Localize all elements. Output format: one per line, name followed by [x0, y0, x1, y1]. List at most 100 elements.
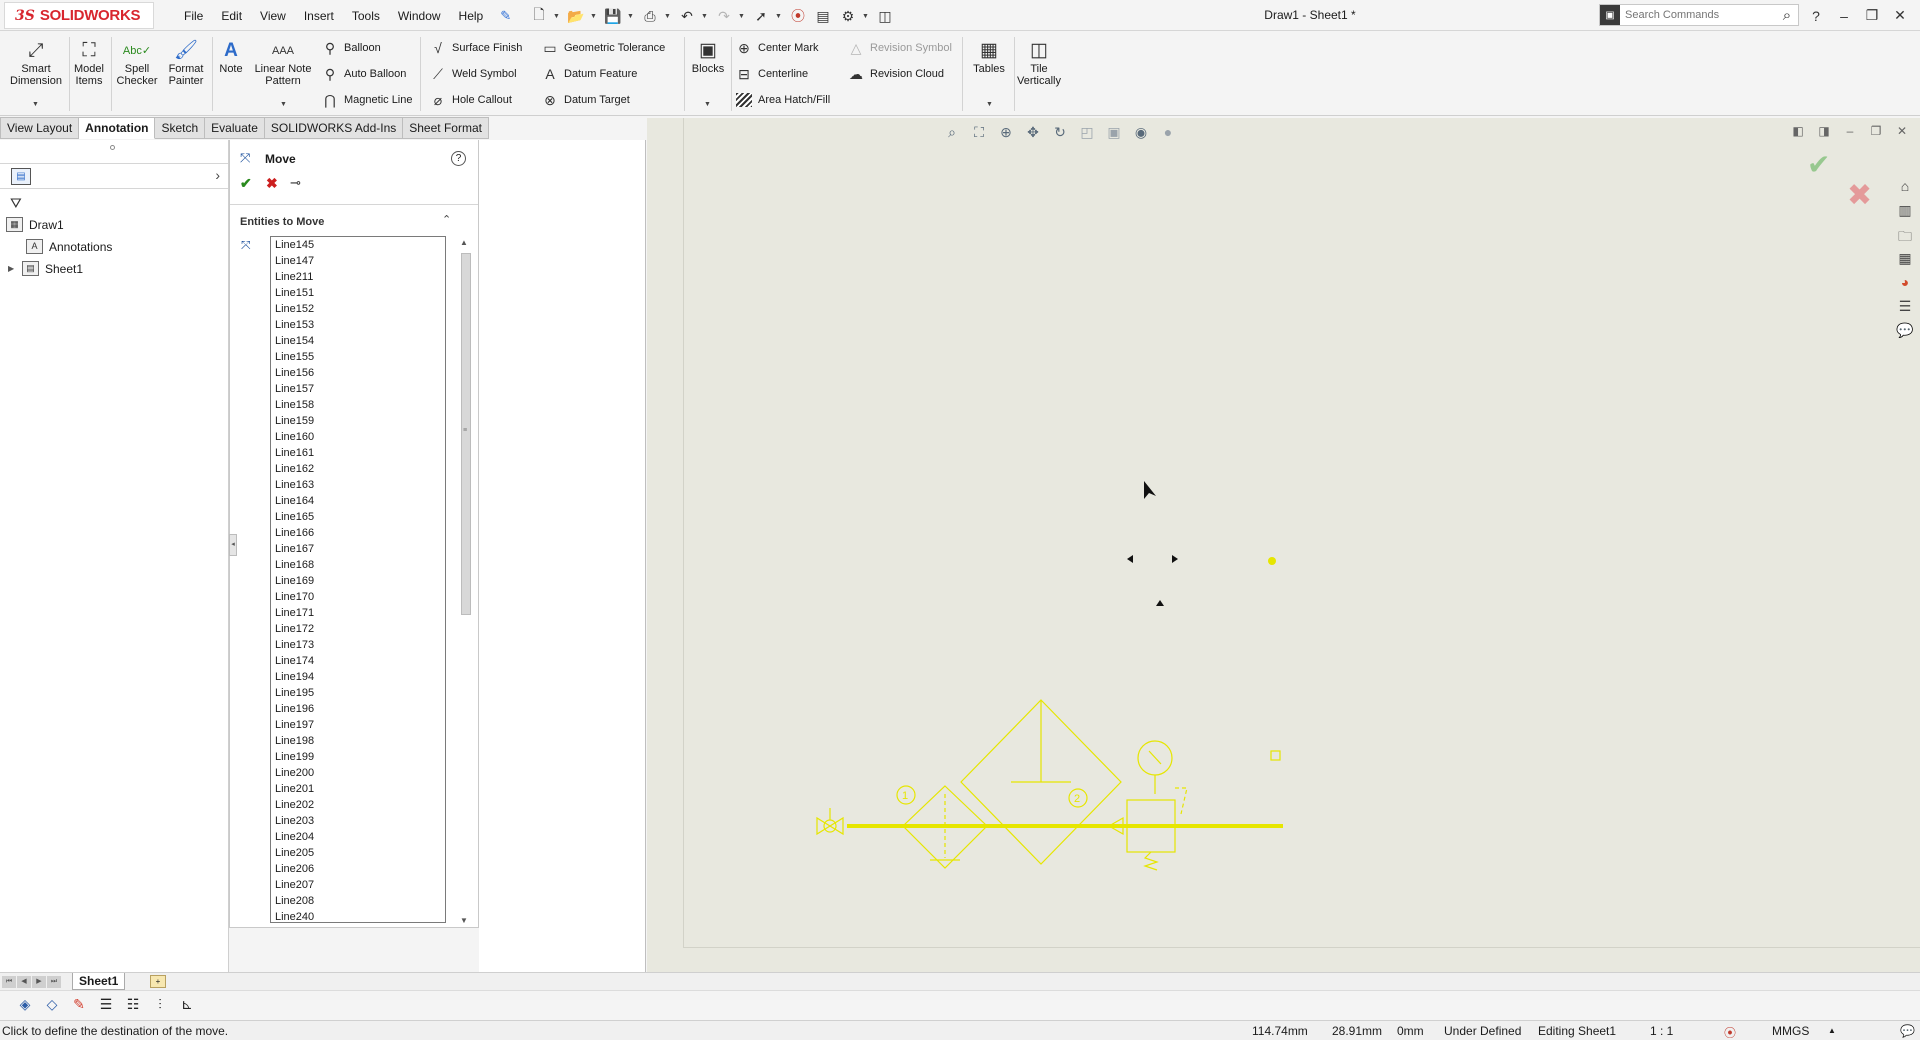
- menu-view[interactable]: View: [251, 9, 295, 23]
- print-dropdown-icon[interactable]: ▼: [664, 13, 673, 20]
- revision-symbol-button[interactable]: △ Revision Symbol: [848, 37, 952, 59]
- add-sheet-icon[interactable]: +: [150, 975, 166, 988]
- undo-dropdown-icon[interactable]: ▼: [701, 13, 710, 20]
- expand-arrow-icon[interactable]: ▶: [8, 264, 16, 273]
- entity-list-item[interactable]: Line163: [271, 477, 445, 493]
- tab-sheet-format[interactable]: Sheet Format: [403, 117, 489, 139]
- entity-list-item[interactable]: Line157: [271, 381, 445, 397]
- layer-properties-icon[interactable]: ◈: [15, 996, 35, 1016]
- next-sheet-icon[interactable]: ▶: [32, 976, 46, 988]
- entity-list-item[interactable]: Line205: [271, 845, 445, 861]
- entity-list-item[interactable]: Line200: [271, 765, 445, 781]
- linear-note-pattern-button[interactable]: AAA Linear Note Pattern: [250, 39, 316, 87]
- new-dropdown-icon[interactable]: ▼: [553, 13, 562, 20]
- blocks-dropdown-icon[interactable]: ▼: [704, 101, 711, 108]
- rebuild-traffic-light-icon[interactable]: ⦿: [787, 5, 809, 27]
- help-icon[interactable]: ?: [451, 151, 466, 166]
- tables-button[interactable]: ▦ Tables: [966, 39, 1012, 75]
- entity-list-item[interactable]: Line170: [271, 589, 445, 605]
- entity-list-item[interactable]: Line172: [271, 621, 445, 637]
- centerline-button[interactable]: ⊟ Centerline: [736, 63, 808, 85]
- auto-balloon-button[interactable]: ⚲ Auto Balloon: [322, 63, 407, 85]
- area-hatch-fill-button[interactable]: Area Hatch/Fill: [736, 89, 830, 111]
- entity-list-item[interactable]: Line196: [271, 701, 445, 717]
- entity-list-item[interactable]: Line158: [271, 397, 445, 413]
- hole-callout-button[interactable]: ⌀ Hole Callout: [430, 89, 512, 111]
- smart-dimension-button[interactable]: ⤢ Smart Dimension: [6, 39, 66, 87]
- panel-collapse-handle[interactable]: ◂: [229, 534, 237, 556]
- tab-view-layout[interactable]: View Layout: [0, 117, 80, 139]
- redo-icon[interactable]: ↷: [713, 5, 735, 27]
- undo-icon[interactable]: ↶: [676, 5, 698, 27]
- scroll-thumb[interactable]: ≡: [461, 253, 471, 615]
- entity-list-item[interactable]: Line152: [271, 301, 445, 317]
- pin-menu-icon[interactable]: ✎: [492, 8, 519, 24]
- surface-finish-button[interactable]: √ Surface Finish: [430, 37, 522, 59]
- collapse-section-icon[interactable]: ⌃: [442, 213, 451, 226]
- layer-dropdown-icon[interactable]: ◇: [42, 996, 62, 1016]
- balloon-button[interactable]: ⚲ Balloon: [322, 37, 381, 59]
- menu-help[interactable]: Help: [450, 9, 493, 23]
- center-mark-button[interactable]: ⊕ Center Mark: [736, 37, 818, 59]
- tree-item-draw1[interactable]: ▦ Draw1: [6, 217, 64, 232]
- entity-list-item[interactable]: Line162: [271, 461, 445, 477]
- color-display-mode-icon[interactable]: ⊾: [177, 996, 197, 1016]
- sheet-scale[interactable]: 1 : 1: [1650, 1024, 1673, 1038]
- line-style-icon[interactable]: ☷: [123, 996, 143, 1016]
- note-button[interactable]: A Note: [214, 39, 248, 75]
- entity-list-item[interactable]: Line145: [271, 237, 445, 253]
- hide-show-edges-icon[interactable]: ⫶: [150, 996, 170, 1016]
- blocks-button[interactable]: ▣ Blocks: [688, 39, 728, 75]
- entity-list-item[interactable]: Line165: [271, 509, 445, 525]
- pushpin-icon[interactable]: ⊸: [290, 175, 301, 191]
- entity-list-item[interactable]: Line173: [271, 637, 445, 653]
- unit-system[interactable]: MMGS: [1772, 1024, 1809, 1038]
- search-input[interactable]: [1620, 9, 1776, 21]
- search-commands-mode-icon[interactable]: ▣: [1600, 5, 1620, 25]
- first-sheet-icon[interactable]: ⏮: [2, 976, 16, 988]
- scroll-up-arrow-icon[interactable]: ▲: [460, 238, 468, 247]
- panel-splitter-handle[interactable]: [110, 145, 115, 150]
- entity-list-item[interactable]: Line194: [271, 669, 445, 685]
- entity-list-item[interactable]: Line166: [271, 525, 445, 541]
- tab-sheet1[interactable]: Sheet1: [72, 973, 126, 990]
- tab-solidworks-add-ins[interactable]: SOLIDWORKS Add-Ins: [264, 117, 404, 139]
- select-arrow-icon[interactable]: ➚: [750, 5, 772, 27]
- print-icon[interactable]: ⎙: [639, 5, 661, 27]
- line-thickness-icon[interactable]: ☰: [96, 996, 116, 1016]
- entity-list-item[interactable]: Line156: [271, 365, 445, 381]
- entity-list-item[interactable]: Line211: [271, 269, 445, 285]
- help-dropdown-icon[interactable]: ?: [1804, 8, 1828, 24]
- entity-list-item[interactable]: Line203: [271, 813, 445, 829]
- ok-checkmark-button[interactable]: ✔: [240, 175, 252, 192]
- file-properties-icon[interactable]: ▤: [812, 5, 834, 27]
- entity-list-item[interactable]: Line208: [271, 893, 445, 909]
- entity-list-item[interactable]: Line195: [271, 685, 445, 701]
- entity-list-item[interactable]: Line159: [271, 413, 445, 429]
- chevron-right-icon[interactable]: ›: [215, 167, 220, 183]
- line-color-icon[interactable]: ✎: [69, 996, 89, 1016]
- collaboration-icon[interactable]: 💬: [1900, 1024, 1915, 1038]
- rebuild-status-icon[interactable]: ⦿: [1724, 1024, 1736, 1040]
- entity-list-item[interactable]: Line206: [271, 861, 445, 877]
- format-painter-button[interactable]: 🖌 Format Painter: [164, 39, 208, 87]
- tile-vertically-button[interactable]: ◫ Tile Vertically: [1016, 39, 1062, 87]
- selected-schematic-drawing[interactable]: 1 2: [647, 118, 1920, 972]
- entity-list-item[interactable]: Line164: [271, 493, 445, 509]
- search-commands-box[interactable]: ▣ ⌕: [1599, 4, 1799, 26]
- open-dropdown-icon[interactable]: ▼: [590, 13, 599, 20]
- weld-symbol-button[interactable]: ⟋ Weld Symbol: [430, 63, 517, 85]
- open-folder-icon[interactable]: 📂: [565, 5, 587, 27]
- linear-note-pattern-dropdown-icon[interactable]: ▼: [280, 101, 287, 108]
- entity-list-item[interactable]: Line201: [271, 781, 445, 797]
- close-icon[interactable]: ✕: [1888, 7, 1912, 24]
- entity-list-item[interactable]: Line154: [271, 333, 445, 349]
- minimize-icon[interactable]: –: [1832, 8, 1856, 24]
- revision-cloud-button[interactable]: ☁ Revision Cloud: [848, 63, 944, 85]
- units-dropdown-icon[interactable]: ▲: [1828, 1026, 1836, 1035]
- entity-list-item[interactable]: Line202: [271, 797, 445, 813]
- new-document-icon[interactable]: 🗋: [528, 5, 550, 27]
- entity-list-item[interactable]: Line204: [271, 829, 445, 845]
- entity-list-item[interactable]: Line174: [271, 653, 445, 669]
- magnetic-line-button[interactable]: ⋂ Magnetic Line: [322, 89, 412, 111]
